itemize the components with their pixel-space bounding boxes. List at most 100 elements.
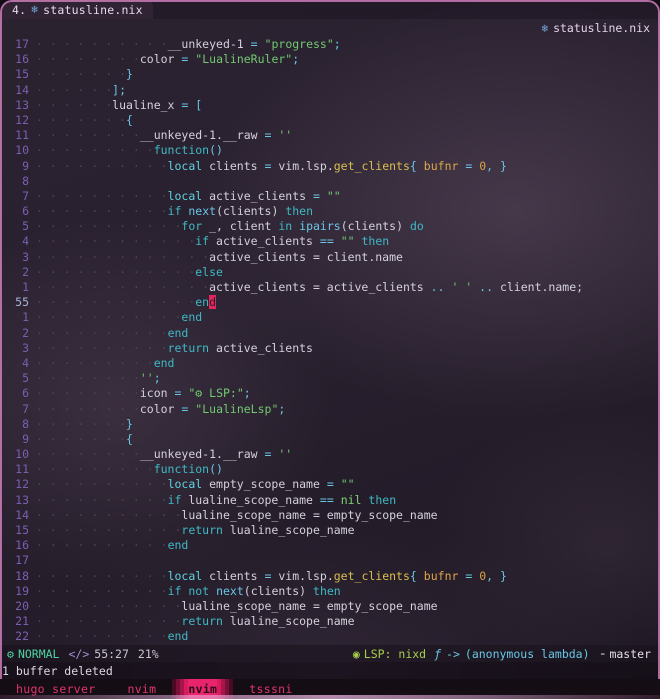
code-line[interactable]: 17 <box>0 553 660 568</box>
indent-guide: · · · · · · · · · · · · <box>36 295 196 310</box>
code-token: "LualineLsp" <box>195 401 279 416</box>
code-token: lualine_scope_name <box>222 523 355 537</box>
code-line[interactable]: 6 · · · · · · · · · ·if next(clients) the… <box>0 204 660 219</box>
code-token: _, client <box>202 219 279 234</box>
code-line-text: · · · · · · · · · ·end <box>36 326 188 341</box>
statusline: ⚙ NORMAL </> 55:27 21% ◉ LSP: nixd ƒ -> … <box>0 645 660 662</box>
code-line[interactable]: 1 · · · · · · · · · · ·end <box>0 310 660 325</box>
code-token: color <box>139 52 175 67</box>
code-line[interactable]: 5 · · · · · · · ·''; <box>0 371 660 386</box>
code-line[interactable]: 11 · · · · · · · ·__unkeyed-1.__raw = '' <box>0 128 660 143</box>
code-token: clients <box>202 158 265 173</box>
code-line[interactable]: 18 · · · · · · · · · ·local clients = vim… <box>0 569 660 584</box>
code-token: end <box>167 325 189 340</box>
nix-logo-icon: ❄ <box>541 21 549 35</box>
multiplexer-tab[interactable]: hugo server <box>0 679 111 699</box>
code-line[interactable]: 2 · · · · · · · · · · · ·else <box>0 265 660 280</box>
code-line[interactable]: 3 · · · · · · · · · ·return active_client… <box>0 341 660 356</box>
code-line[interactable]: 17 · · · · · · · · · ·__unkeyed-1 = "prog… <box>0 37 660 52</box>
code-token: .. <box>479 280 494 294</box>
code-line[interactable]: 11 · · · · · · · · ·function() <box>0 462 660 477</box>
code-token: "" <box>326 188 341 203</box>
code-line-text: · · · · · · · · · · ·lualine_scope_name … <box>36 508 438 523</box>
code-line[interactable]: 15 · · · · · · · · · · ·return lualine_sc… <box>0 523 660 538</box>
line-number: 16 <box>15 52 29 67</box>
line-number: 6 <box>22 204 29 219</box>
code-line[interactable]: 2 · · · · · · · · · ·end <box>0 326 660 341</box>
code-line[interactable]: 6 · · · · · · · ·icon = "⚙ LSP:"; <box>0 386 660 401</box>
code-line[interactable]: 16 · · · · · · · · · ·end <box>0 538 660 553</box>
tab-statusline-nix[interactable]: 4. ❄ statusline.nix <box>0 0 153 19</box>
code-token: "" <box>340 234 355 249</box>
code-line[interactable]: 22 · · · · · · · · · ·end <box>0 629 660 644</box>
code-line[interactable]: 20 · · · · · · · · · · ·lualine_scope_nam… <box>0 599 660 614</box>
code-token: client.name; <box>493 280 584 294</box>
code-line[interactable]: 12 · · · · · · ·{ <box>0 113 660 128</box>
code-line[interactable]: 3 · · · · · · · · · · · · ·active_clients… <box>0 250 660 265</box>
code-line[interactable]: 14 · · · · · ·]; <box>0 83 660 98</box>
line-number: 14 <box>15 507 29 522</box>
code-token: color <box>139 401 175 416</box>
code-token: in <box>278 219 293 234</box>
indent-guide: · · · · · · · <box>36 112 127 127</box>
multiplexer-tab[interactable]: tsssni <box>233 679 308 699</box>
multiplexer-tab-label: tsssni <box>249 682 293 696</box>
code-line-text: · · · · · · · · · · ·lualine_scope_name … <box>36 599 438 614</box>
code-line[interactable]: 19 · · · · · · · · · ·if not next(clients… <box>0 584 660 599</box>
code-line[interactable]: 23 <box>0 645 660 646</box>
code-token: = <box>312 188 320 203</box>
mode-label: NORMAL <box>17 646 60 661</box>
indent-guide: · · · · · · · · · · <box>36 583 168 598</box>
multiplexer-tab[interactable]: nvim <box>111 679 172 699</box>
code-token: () <box>209 143 223 158</box>
code-token: empty_scope_name <box>202 477 327 492</box>
code-editor-area[interactable]: 17 · · · · · · · · · ·__unkeyed-1 = "prog… <box>0 37 660 645</box>
code-line[interactable]: 7 · · · · · · · · · ·local active_clients… <box>0 189 660 204</box>
code-line[interactable]: 12 · · · · · · · · · ·local empty_scope_n… <box>0 477 660 492</box>
code-line[interactable]: 16 · · · · · · · ·color = "LualineRuler"; <box>0 52 660 67</box>
multiplexer-tab-active[interactable]: nvim <box>172 679 234 699</box>
code-line[interactable]: 1 · · · · · · · · · · · · ·active_clients… <box>0 280 660 295</box>
statusline-lsp[interactable]: ◉ LSP: nixd <box>353 647 426 661</box>
code-line[interactable]: 4 · · · · · · · · · · · ·if active_client… <box>0 234 660 249</box>
line-number: 14 <box>15 82 29 97</box>
indent-guide: · · · · · · · · · · <box>36 325 168 340</box>
code-line-text: · · · · · · · ·__unkeyed-1.__raw = '' <box>36 128 292 143</box>
code-line[interactable]: 8 · · · · · · ·} <box>0 417 660 432</box>
code-line[interactable]: 21 · · · · · · · · · · ·return lualine_sc… <box>0 614 660 629</box>
code-token: __unkeyed-1 <box>167 37 244 51</box>
line-number: 15 <box>15 523 29 537</box>
code-token: local <box>167 477 203 492</box>
code-line[interactable]: 14 · · · · · · · · · · ·lualine_scope_nam… <box>0 508 660 523</box>
code-token: return <box>181 614 223 629</box>
code-line[interactable]: 9 · · · · · · · · · ·local clients = vim.… <box>0 159 660 174</box>
code-token: if <box>167 492 182 507</box>
code-token: ; <box>153 371 161 386</box>
code-token: lualine_scope_name <box>181 492 320 507</box>
code-line[interactable]: 9 · · · · · · ·{ <box>0 432 660 447</box>
code-line[interactable]: 10 · · · · · · · · ·function() <box>0 143 660 158</box>
code-line[interactable]: 10 · · · · · · · ·__unkeyed-1.__raw = '' <box>0 447 660 462</box>
code-line[interactable]: 15 · · · · · · ·} <box>0 67 660 82</box>
code-token: active_clients <box>202 188 313 203</box>
statusline-branch[interactable]: ╶ master <box>598 647 651 661</box>
line-number: 5 <box>22 371 29 386</box>
code-token: active_clients = client.name <box>209 249 403 264</box>
indent-guide: · · · · · · · · · · <box>36 538 168 553</box>
code-token: clients <box>202 568 265 583</box>
indent-guide: · · · · · · · · <box>36 371 140 386</box>
code-line[interactable]: 5 · · · · · · · · · · ·for _, client in i… <box>0 219 660 234</box>
code-line[interactable]: 4 · · · · · · · · ·end <box>0 356 660 371</box>
code-line[interactable]: 55 · · · · · · · · · · · ·end <box>0 295 660 310</box>
code-line[interactable]: 13 · · · · · · · · · ·if lualine_scope_na… <box>0 493 660 508</box>
tab-number: 4. <box>12 2 27 17</box>
code-line[interactable]: 7 · · · · · · · ·color = "LualineLsp"; <box>0 402 660 417</box>
code-token: not <box>188 583 210 598</box>
code-line[interactable]: 13 · · · · · ·lualine_x = [ <box>0 98 660 113</box>
code-line[interactable]: 8 <box>0 174 660 189</box>
